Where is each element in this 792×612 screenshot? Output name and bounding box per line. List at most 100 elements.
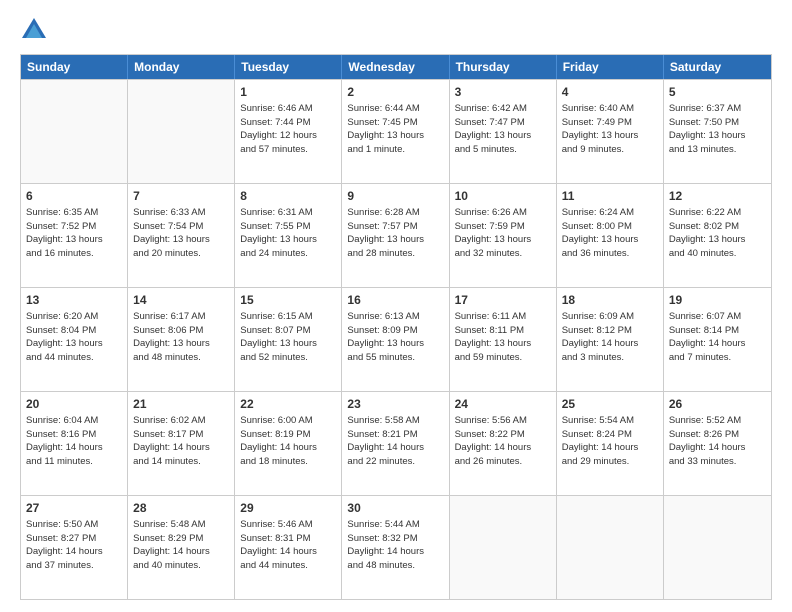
day-info: Sunrise: 6:37 AM Sunset: 7:50 PM Dayligh…: [669, 102, 766, 157]
day-info: Sunrise: 6:44 AM Sunset: 7:45 PM Dayligh…: [347, 102, 443, 157]
calendar-cell-1-2: 8Sunrise: 6:31 AM Sunset: 7:55 PM Daylig…: [235, 184, 342, 287]
calendar-cell-2-2: 15Sunrise: 6:15 AM Sunset: 8:07 PM Dayli…: [235, 288, 342, 391]
calendar-cell-4-0: 27Sunrise: 5:50 AM Sunset: 8:27 PM Dayli…: [21, 496, 128, 599]
calendar-cell-3-0: 20Sunrise: 6:04 AM Sunset: 8:16 PM Dayli…: [21, 392, 128, 495]
calendar-cell-3-5: 25Sunrise: 5:54 AM Sunset: 8:24 PM Dayli…: [557, 392, 664, 495]
calendar-cell-2-3: 16Sunrise: 6:13 AM Sunset: 8:09 PM Dayli…: [342, 288, 449, 391]
day-info: Sunrise: 5:52 AM Sunset: 8:26 PM Dayligh…: [669, 414, 766, 469]
header-day-monday: Monday: [128, 55, 235, 79]
day-number: 6: [26, 188, 122, 205]
day-number: 27: [26, 500, 122, 517]
calendar-body: 1Sunrise: 6:46 AM Sunset: 7:44 PM Daylig…: [21, 79, 771, 599]
calendar-cell-4-3: 30Sunrise: 5:44 AM Sunset: 8:32 PM Dayli…: [342, 496, 449, 599]
day-number: 13: [26, 292, 122, 309]
calendar-cell-2-0: 13Sunrise: 6:20 AM Sunset: 8:04 PM Dayli…: [21, 288, 128, 391]
day-number: 19: [669, 292, 766, 309]
calendar-cell-4-2: 29Sunrise: 5:46 AM Sunset: 8:31 PM Dayli…: [235, 496, 342, 599]
calendar-cell-2-5: 18Sunrise: 6:09 AM Sunset: 8:12 PM Dayli…: [557, 288, 664, 391]
day-info: Sunrise: 6:13 AM Sunset: 8:09 PM Dayligh…: [347, 310, 443, 365]
day-info: Sunrise: 5:54 AM Sunset: 8:24 PM Dayligh…: [562, 414, 658, 469]
header-day-tuesday: Tuesday: [235, 55, 342, 79]
day-info: Sunrise: 6:11 AM Sunset: 8:11 PM Dayligh…: [455, 310, 551, 365]
day-number: 4: [562, 84, 658, 101]
calendar-cell-1-6: 12Sunrise: 6:22 AM Sunset: 8:02 PM Dayli…: [664, 184, 771, 287]
day-info: Sunrise: 6:09 AM Sunset: 8:12 PM Dayligh…: [562, 310, 658, 365]
day-info: Sunrise: 5:56 AM Sunset: 8:22 PM Dayligh…: [455, 414, 551, 469]
day-info: Sunrise: 6:24 AM Sunset: 8:00 PM Dayligh…: [562, 206, 658, 261]
day-number: 1: [240, 84, 336, 101]
calendar: SundayMondayTuesdayWednesdayThursdayFrid…: [20, 54, 772, 600]
day-info: Sunrise: 6:40 AM Sunset: 7:49 PM Dayligh…: [562, 102, 658, 157]
day-info: Sunrise: 5:48 AM Sunset: 8:29 PM Dayligh…: [133, 518, 229, 573]
day-info: Sunrise: 6:33 AM Sunset: 7:54 PM Dayligh…: [133, 206, 229, 261]
calendar-cell-1-5: 11Sunrise: 6:24 AM Sunset: 8:00 PM Dayli…: [557, 184, 664, 287]
calendar-cell-0-1: [128, 80, 235, 183]
calendar-cell-0-5: 4Sunrise: 6:40 AM Sunset: 7:49 PM Daylig…: [557, 80, 664, 183]
day-number: 30: [347, 500, 443, 517]
day-info: Sunrise: 6:31 AM Sunset: 7:55 PM Dayligh…: [240, 206, 336, 261]
day-number: 11: [562, 188, 658, 205]
day-info: Sunrise: 5:44 AM Sunset: 8:32 PM Dayligh…: [347, 518, 443, 573]
header-day-saturday: Saturday: [664, 55, 771, 79]
day-number: 17: [455, 292, 551, 309]
calendar-cell-1-4: 10Sunrise: 6:26 AM Sunset: 7:59 PM Dayli…: [450, 184, 557, 287]
calendar-cell-3-4: 24Sunrise: 5:56 AM Sunset: 8:22 PM Dayli…: [450, 392, 557, 495]
day-number: 8: [240, 188, 336, 205]
day-number: 21: [133, 396, 229, 413]
day-info: Sunrise: 5:50 AM Sunset: 8:27 PM Dayligh…: [26, 518, 122, 573]
day-info: Sunrise: 6:22 AM Sunset: 8:02 PM Dayligh…: [669, 206, 766, 261]
calendar-cell-2-1: 14Sunrise: 6:17 AM Sunset: 8:06 PM Dayli…: [128, 288, 235, 391]
day-number: 24: [455, 396, 551, 413]
day-number: 29: [240, 500, 336, 517]
day-number: 16: [347, 292, 443, 309]
day-info: Sunrise: 6:35 AM Sunset: 7:52 PM Dayligh…: [26, 206, 122, 261]
day-info: Sunrise: 6:02 AM Sunset: 8:17 PM Dayligh…: [133, 414, 229, 469]
day-number: 15: [240, 292, 336, 309]
calendar-cell-0-2: 1Sunrise: 6:46 AM Sunset: 7:44 PM Daylig…: [235, 80, 342, 183]
day-number: 18: [562, 292, 658, 309]
calendar-cell-0-6: 5Sunrise: 6:37 AM Sunset: 7:50 PM Daylig…: [664, 80, 771, 183]
calendar-cell-1-3: 9Sunrise: 6:28 AM Sunset: 7:57 PM Daylig…: [342, 184, 449, 287]
calendar-row-4: 27Sunrise: 5:50 AM Sunset: 8:27 PM Dayli…: [21, 495, 771, 599]
calendar-cell-3-2: 22Sunrise: 6:00 AM Sunset: 8:19 PM Dayli…: [235, 392, 342, 495]
day-info: Sunrise: 6:04 AM Sunset: 8:16 PM Dayligh…: [26, 414, 122, 469]
day-info: Sunrise: 6:20 AM Sunset: 8:04 PM Dayligh…: [26, 310, 122, 365]
day-info: Sunrise: 6:42 AM Sunset: 7:47 PM Dayligh…: [455, 102, 551, 157]
calendar-cell-4-5: [557, 496, 664, 599]
day-info: Sunrise: 6:46 AM Sunset: 7:44 PM Dayligh…: [240, 102, 336, 157]
calendar-cell-4-4: [450, 496, 557, 599]
calendar-cell-2-6: 19Sunrise: 6:07 AM Sunset: 8:14 PM Dayli…: [664, 288, 771, 391]
calendar-cell-1-1: 7Sunrise: 6:33 AM Sunset: 7:54 PM Daylig…: [128, 184, 235, 287]
day-number: 28: [133, 500, 229, 517]
day-info: Sunrise: 5:46 AM Sunset: 8:31 PM Dayligh…: [240, 518, 336, 573]
day-info: Sunrise: 6:00 AM Sunset: 8:19 PM Dayligh…: [240, 414, 336, 469]
calendar-cell-0-4: 3Sunrise: 6:42 AM Sunset: 7:47 PM Daylig…: [450, 80, 557, 183]
day-info: Sunrise: 5:58 AM Sunset: 8:21 PM Dayligh…: [347, 414, 443, 469]
calendar-cell-4-6: [664, 496, 771, 599]
calendar-cell-3-1: 21Sunrise: 6:02 AM Sunset: 8:17 PM Dayli…: [128, 392, 235, 495]
calendar-cell-3-6: 26Sunrise: 5:52 AM Sunset: 8:26 PM Dayli…: [664, 392, 771, 495]
day-number: 26: [669, 396, 766, 413]
day-number: 25: [562, 396, 658, 413]
header: [20, 16, 772, 44]
page: SundayMondayTuesdayWednesdayThursdayFrid…: [0, 0, 792, 612]
calendar-cell-3-3: 23Sunrise: 5:58 AM Sunset: 8:21 PM Dayli…: [342, 392, 449, 495]
calendar-row-3: 20Sunrise: 6:04 AM Sunset: 8:16 PM Dayli…: [21, 391, 771, 495]
logo-icon: [20, 16, 48, 44]
day-info: Sunrise: 6:28 AM Sunset: 7:57 PM Dayligh…: [347, 206, 443, 261]
day-info: Sunrise: 6:07 AM Sunset: 8:14 PM Dayligh…: [669, 310, 766, 365]
logo: [20, 16, 52, 44]
day-number: 14: [133, 292, 229, 309]
day-number: 9: [347, 188, 443, 205]
day-number: 2: [347, 84, 443, 101]
day-number: 12: [669, 188, 766, 205]
calendar-cell-0-3: 2Sunrise: 6:44 AM Sunset: 7:45 PM Daylig…: [342, 80, 449, 183]
day-number: 20: [26, 396, 122, 413]
day-info: Sunrise: 6:17 AM Sunset: 8:06 PM Dayligh…: [133, 310, 229, 365]
calendar-cell-1-0: 6Sunrise: 6:35 AM Sunset: 7:52 PM Daylig…: [21, 184, 128, 287]
header-day-thursday: Thursday: [450, 55, 557, 79]
day-info: Sunrise: 6:15 AM Sunset: 8:07 PM Dayligh…: [240, 310, 336, 365]
calendar-cell-4-1: 28Sunrise: 5:48 AM Sunset: 8:29 PM Dayli…: [128, 496, 235, 599]
calendar-header: SundayMondayTuesdayWednesdayThursdayFrid…: [21, 55, 771, 79]
day-number: 23: [347, 396, 443, 413]
